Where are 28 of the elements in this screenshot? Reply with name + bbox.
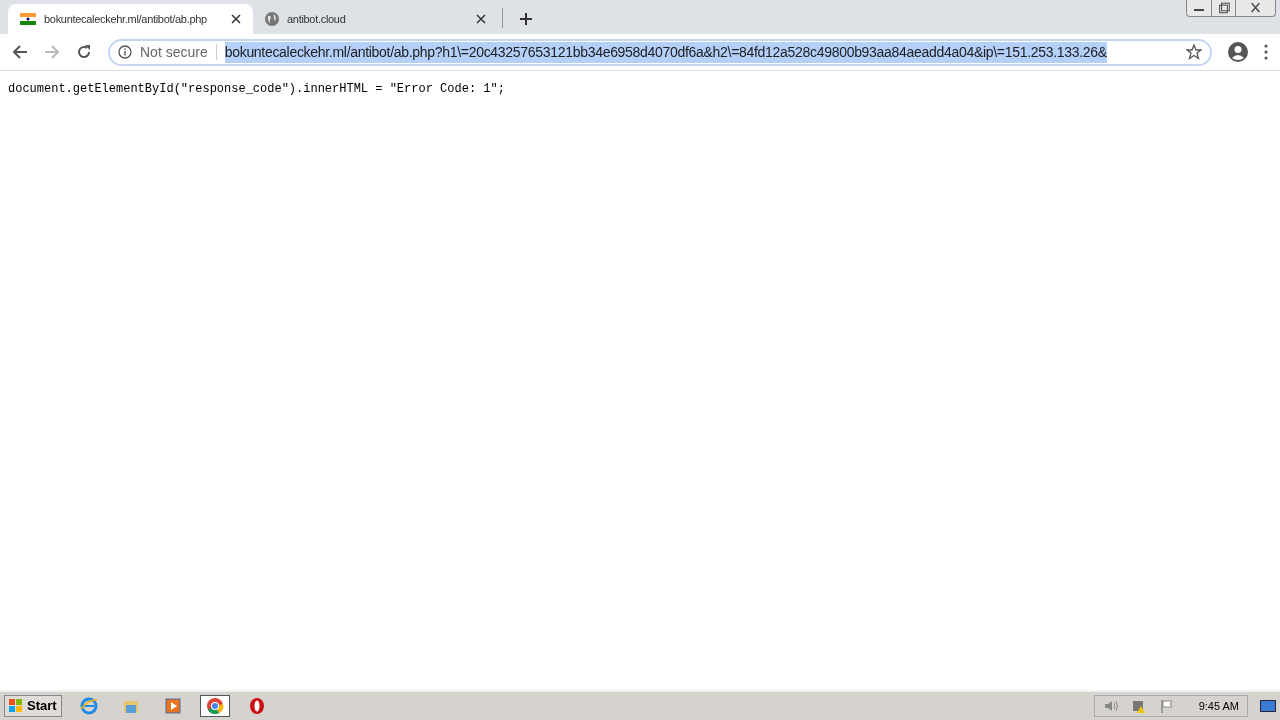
url-text: bokuntecaleckehr.ml/antibot/ab.php?h1\=20c43257653121bb34e6958d4070df6a&h2\=84fd12a528c49800b93aa84aeadd4a04&ip\=151.253.133.26& bbox=[224, 41, 1107, 63]
globe-icon bbox=[265, 12, 279, 26]
flag-icon bbox=[20, 13, 36, 25]
start-button[interactable]: Start bbox=[4, 695, 62, 717]
clock-text: 9:45 AM bbox=[1198, 698, 1239, 714]
browser-tab[interactable]: bokuntecaleckehr.ml/antibot/ab.php bbox=[8, 4, 253, 34]
star-icon[interactable] bbox=[1186, 44, 1202, 60]
close-icon[interactable] bbox=[231, 14, 241, 24]
tab-title: bokuntecaleckehr.ml/antibot/ab.php bbox=[44, 11, 208, 27]
security-label: Not secure bbox=[140, 42, 208, 62]
close-icon[interactable] bbox=[476, 14, 486, 24]
back-icon[interactable] bbox=[12, 44, 28, 60]
flag-icon[interactable] bbox=[1158, 698, 1175, 714]
play-icon[interactable] bbox=[163, 697, 182, 715]
tab-title: antibot.cloud bbox=[287, 11, 347, 27]
address-bar[interactable]: Not secure bokuntecaleckehr.ml/antibot/ab.php?h1\=20c43257653121bb34e6958d4070df6a&h2\=84fd12a528c49800b93aa84aeadd4a04&ip\=151.253.133.26& bbox=[108, 38, 1212, 66]
windows-logo-icon bbox=[9, 699, 23, 713]
account-icon[interactable] bbox=[1228, 42, 1248, 62]
reload-icon[interactable] bbox=[76, 44, 92, 60]
page-code-text: document.getElementById("response_code").innerHTML = "Error Code: 1"; bbox=[8, 81, 506, 98]
info-icon[interactable] bbox=[118, 45, 132, 59]
taskbar-app[interactable] bbox=[199, 695, 230, 717]
opera-icon[interactable] bbox=[247, 697, 266, 715]
network-warning-icon[interactable] bbox=[1130, 698, 1147, 714]
show-desktop-button[interactable] bbox=[1260, 700, 1276, 712]
chrome-icon[interactable] bbox=[205, 697, 224, 715]
menu-icon[interactable] bbox=[1264, 44, 1268, 60]
new-tab-icon[interactable] bbox=[519, 12, 533, 26]
